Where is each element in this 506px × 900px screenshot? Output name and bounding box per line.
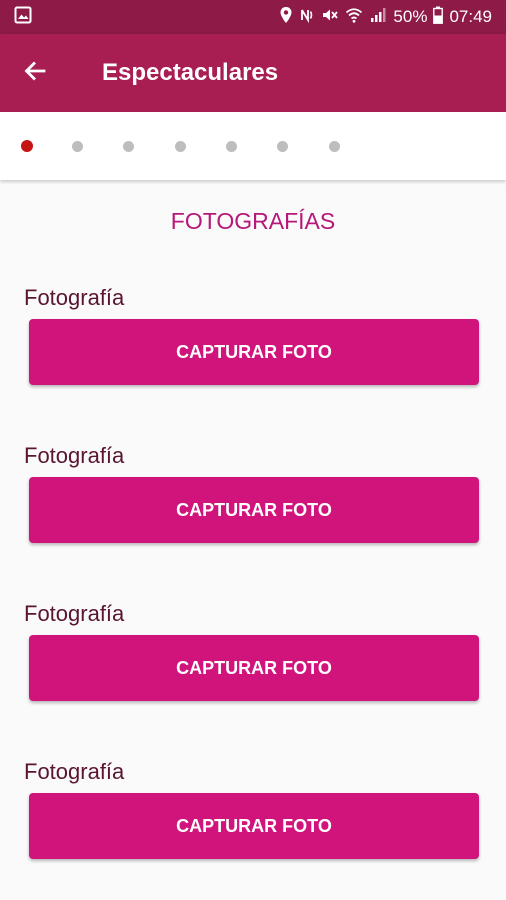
capture-photo-button-3[interactable]: CAPTURAR FOTO xyxy=(29,635,479,701)
clock: 07:49 xyxy=(449,7,492,26)
step-dot-2 xyxy=(72,141,83,152)
location-icon xyxy=(279,6,293,29)
page-title: Espectaculares xyxy=(102,59,279,86)
capture-photo-button-4[interactable]: CAPTURAR FOTO xyxy=(29,793,479,859)
mute-icon xyxy=(321,6,339,29)
photo-label: Fotografía xyxy=(24,759,125,784)
photo-label: Fotografía xyxy=(24,443,125,468)
capture-photo-button-1[interactable]: CAPTURAR FOTO xyxy=(29,319,479,385)
step-indicator xyxy=(0,112,506,180)
step-dot-4 xyxy=(175,141,186,152)
battery-percent: 50% xyxy=(393,7,428,26)
signal-icon xyxy=(369,6,387,29)
step-dot-3 xyxy=(123,141,134,152)
step-dot-1 xyxy=(21,140,33,152)
photo-label: Fotografía xyxy=(24,285,125,310)
image-icon xyxy=(14,6,32,29)
app-bar: Espectaculares xyxy=(0,34,506,112)
battery-icon xyxy=(433,6,444,29)
wifi-icon xyxy=(345,6,363,29)
nfc-icon xyxy=(299,7,315,28)
photo-label: Fotografía xyxy=(24,601,125,626)
step-dot-6 xyxy=(277,141,288,152)
step-dot-7 xyxy=(329,141,340,152)
capture-photo-button-2[interactable]: CAPTURAR FOTO xyxy=(29,477,479,543)
step-dot-5 xyxy=(226,141,237,152)
section-title: FOTOGRAFÍAS xyxy=(170,208,336,234)
status-bar: 50% 07:49 xyxy=(0,0,506,34)
arrow-back-icon xyxy=(22,58,48,89)
back-button[interactable] xyxy=(0,34,70,112)
